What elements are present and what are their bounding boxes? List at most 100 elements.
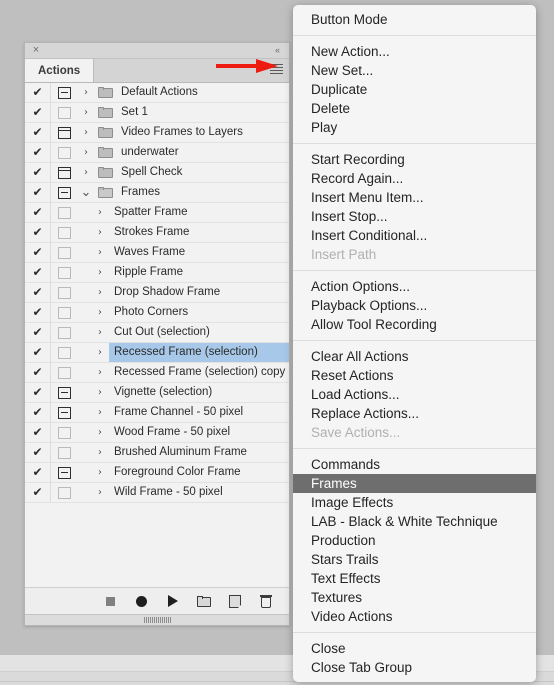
chevron-right-icon[interactable]: ›	[91, 203, 109, 222]
chevron-right-icon[interactable]: ›	[91, 343, 109, 362]
row-toggle-checkbox[interactable]: ✔	[25, 103, 50, 122]
menu-item[interactable]: Start Recording	[293, 150, 536, 169]
chevron-right-icon[interactable]: ›	[77, 163, 95, 182]
hamburger-menu-icon[interactable]	[270, 64, 283, 76]
row-toggle-checkbox[interactable]: ✔	[25, 423, 50, 442]
chevron-down-icon[interactable]: ⌄	[77, 186, 95, 199]
dialog-toggle-cell[interactable]	[50, 343, 77, 362]
chevron-right-icon[interactable]: ›	[91, 423, 109, 442]
table-row[interactable]: ✔ › Wild Frame - 50 pixel	[25, 483, 289, 503]
table-row[interactable]: ✔ › Recessed Frame (selection) copy	[25, 363, 289, 383]
chevron-right-icon[interactable]: ›	[91, 243, 109, 262]
menu-item[interactable]: Delete	[293, 99, 536, 118]
stop-button[interactable]	[95, 589, 126, 613]
panel-resize-grip[interactable]	[25, 614, 289, 625]
menu-item[interactable]: Textures	[293, 588, 536, 607]
menu-item[interactable]: Button Mode	[293, 10, 536, 29]
menu-item[interactable]: New Set...	[293, 61, 536, 80]
dialog-toggle-cell[interactable]	[50, 83, 77, 102]
row-toggle-checkbox[interactable]: ✔	[25, 203, 50, 222]
dialog-toggle-cell[interactable]	[50, 183, 77, 202]
chevron-right-icon[interactable]: ›	[91, 223, 109, 242]
dialog-toggle-cell[interactable]	[50, 463, 77, 482]
new-action-button[interactable]	[219, 589, 250, 613]
dialog-toggle-cell[interactable]	[50, 263, 77, 282]
row-toggle-checkbox[interactable]: ✔	[25, 343, 50, 362]
delete-button[interactable]	[250, 589, 281, 613]
dialog-toggle-cell[interactable]	[50, 483, 77, 502]
menu-item[interactable]: Action Options...	[293, 277, 536, 296]
dialog-toggle-cell[interactable]	[50, 103, 77, 122]
chevron-right-icon[interactable]: ›	[91, 263, 109, 282]
menu-item[interactable]: Insert Menu Item...	[293, 188, 536, 207]
chevron-right-icon[interactable]: ›	[91, 403, 109, 422]
menu-item[interactable]: Video Actions	[293, 607, 536, 626]
dialog-toggle-cell[interactable]	[50, 163, 77, 182]
menu-item[interactable]: Replace Actions...	[293, 404, 536, 423]
menu-item[interactable]: Frames	[293, 474, 536, 493]
row-toggle-checkbox[interactable]: ✔	[25, 323, 50, 342]
dialog-toggle-cell[interactable]	[50, 383, 77, 402]
table-row[interactable]: ✔ › Foreground Color Frame	[25, 463, 289, 483]
dialog-toggle-cell[interactable]	[50, 323, 77, 342]
menu-item[interactable]: Commands	[293, 455, 536, 474]
menu-item[interactable]: Insert Stop...	[293, 207, 536, 226]
row-toggle-checkbox[interactable]: ✔	[25, 483, 50, 502]
table-row[interactable]: ✔ › Strokes Frame	[25, 223, 289, 243]
table-row[interactable]: ✔ › Spatter Frame	[25, 203, 289, 223]
actions-list[interactable]: ✔ › Default Actions ✔ › Set 1 ✔ › Video Frames t…	[25, 83, 289, 587]
menu-item[interactable]: Duplicate	[293, 80, 536, 99]
menu-item[interactable]: New Action...	[293, 42, 536, 61]
row-toggle-checkbox[interactable]: ✔	[25, 263, 50, 282]
dialog-toggle-cell[interactable]	[50, 303, 77, 322]
record-button[interactable]	[126, 589, 157, 613]
panel-flyout-menu[interactable]: Button Mode New Action... New Set... Duplic…	[293, 5, 536, 682]
table-row[interactable]: ✔ › Default Actions	[25, 83, 289, 103]
chevron-right-icon[interactable]: ›	[91, 383, 109, 402]
table-row[interactable]: ✔ › Cut Out (selection)	[25, 323, 289, 343]
chevron-right-icon[interactable]: ›	[91, 483, 109, 502]
menu-item[interactable]: Clear All Actions	[293, 347, 536, 366]
row-toggle-checkbox[interactable]: ✔	[25, 83, 50, 102]
table-row[interactable]: ✔ › Photo Corners	[25, 303, 289, 323]
menu-item[interactable]: Close Tab Group	[293, 658, 536, 677]
dialog-toggle-cell[interactable]	[50, 423, 77, 442]
row-toggle-checkbox[interactable]: ✔	[25, 283, 50, 302]
table-row[interactable]: ✔ ⌄ Frames	[25, 183, 289, 203]
row-toggle-checkbox[interactable]: ✔	[25, 243, 50, 262]
table-row[interactable]: ✔ › Wood Frame - 50 pixel	[25, 423, 289, 443]
chevron-right-icon[interactable]: ›	[77, 143, 95, 162]
menu-item[interactable]: Stars Trails	[293, 550, 536, 569]
table-row[interactable]: ✔ › Frame Channel - 50 pixel	[25, 403, 289, 423]
table-row[interactable]: ✔ › Spell Check	[25, 163, 289, 183]
chevron-right-icon[interactable]: ›	[91, 463, 109, 482]
menu-item[interactable]: LAB - Black & White Technique	[293, 512, 536, 531]
tab-actions[interactable]: Actions	[25, 59, 95, 82]
menu-item[interactable]: Image Effects	[293, 493, 536, 512]
menu-item[interactable]: Close	[293, 639, 536, 658]
row-toggle-checkbox[interactable]: ✔	[25, 463, 50, 482]
menu-item[interactable]: Production	[293, 531, 536, 550]
menu-item[interactable]: Record Again...	[293, 169, 536, 188]
dialog-toggle-cell[interactable]	[50, 243, 77, 262]
dialog-toggle-cell[interactable]	[50, 403, 77, 422]
menu-item[interactable]: Insert Conditional...	[293, 226, 536, 245]
dialog-toggle-cell[interactable]	[50, 443, 77, 462]
menu-item[interactable]: Allow Tool Recording	[293, 315, 536, 334]
row-toggle-checkbox[interactable]: ✔	[25, 403, 50, 422]
menu-item[interactable]: Text Effects	[293, 569, 536, 588]
chevron-right-icon[interactable]: ›	[91, 283, 109, 302]
dialog-toggle-cell[interactable]	[50, 203, 77, 222]
dialog-toggle-cell[interactable]	[50, 363, 77, 382]
table-row[interactable]: ✔ › Waves Frame	[25, 243, 289, 263]
dialog-toggle-cell[interactable]	[50, 123, 77, 142]
row-toggle-checkbox[interactable]: ✔	[25, 363, 50, 382]
row-toggle-checkbox[interactable]: ✔	[25, 123, 50, 142]
new-set-button[interactable]	[188, 589, 219, 613]
table-row[interactable]: ✔ › Brushed Aluminum Frame	[25, 443, 289, 463]
row-toggle-checkbox[interactable]: ✔	[25, 163, 50, 182]
dialog-toggle-cell[interactable]	[50, 143, 77, 162]
chevron-right-icon[interactable]: ›	[77, 83, 95, 102]
menu-item[interactable]: Reset Actions	[293, 366, 536, 385]
close-icon[interactable]: ×	[30, 44, 42, 56]
